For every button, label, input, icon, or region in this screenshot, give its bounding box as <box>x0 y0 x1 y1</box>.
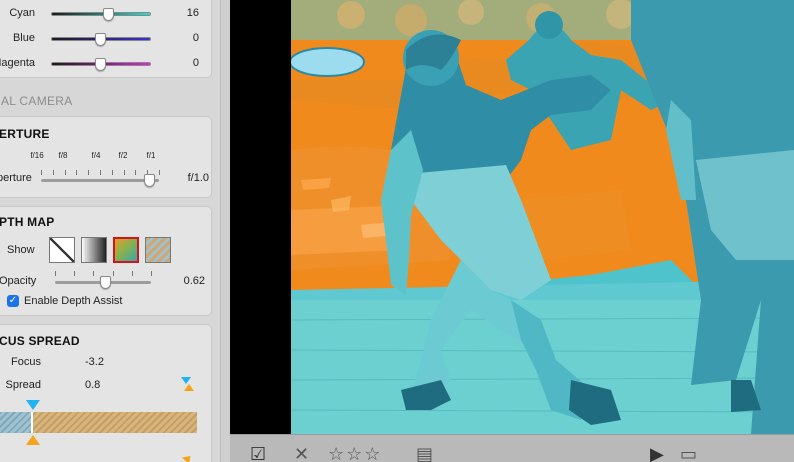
blue-value: 0 <box>192 32 199 44</box>
spread-value: 0.8 <box>85 379 101 391</box>
image-viewer[interactable] <box>230 0 794 434</box>
slideshow-icon[interactable]: ▭ <box>680 445 697 462</box>
opacity-slider-thumb[interactable] <box>99 276 111 289</box>
aperture-label: perture <box>0 172 32 184</box>
aperture-value: f/1.0 <box>187 172 209 184</box>
focus-marker-handle[interactable] <box>26 400 40 410</box>
spread-label: Spread <box>5 379 41 391</box>
magenta-label: Magenta <box>0 57 35 69</box>
focus-value: -3.2 <box>85 356 104 368</box>
aperture-title: ERTURE <box>0 127 50 141</box>
notes-icon[interactable]: ▤ <box>416 445 433 462</box>
blue-slider[interactable] <box>51 33 151 46</box>
aperture-tick: f/16 <box>30 151 44 160</box>
aperture-tick: f/8 <box>58 151 68 160</box>
aperture-tick: f/1 <box>146 151 156 160</box>
magenta-value: 0 <box>192 57 199 69</box>
aperture-slider-thumb[interactable] <box>143 174 155 187</box>
focus-spread-bar[interactable] <box>0 412 197 433</box>
depth-map-panel: PTH MAP Show Opacity 0.62 ✓ Enable Depth… <box>0 206 212 316</box>
spread-marker-handle[interactable] <box>26 435 40 445</box>
cyan-label: Cyan <box>9 7 35 19</box>
focus-plane-line <box>31 412 33 433</box>
focus-spread-panel: CUS SPREAD Focus -3.2 Spread 0.8 <box>0 324 212 462</box>
aperture-slider-row: perture f/1.0 <box>0 169 213 187</box>
bottom-toolbar: ☑ ✕ ☆☆☆ ▤ ▶ ▭ <box>230 434 794 462</box>
depth-assist-checkbox[interactable]: ✓ <box>7 295 19 307</box>
depth-overlay-image <box>291 0 794 434</box>
opacity-label: Opacity <box>0 275 37 287</box>
depth-assist-label: Enable Depth Assist <box>24 295 123 307</box>
far-marker-icon <box>181 452 195 462</box>
play-icon[interactable]: ▶ <box>650 445 664 462</box>
depth-mode-grayscale-button[interactable] <box>81 237 107 263</box>
depth-mode-none-button[interactable] <box>49 237 75 263</box>
depth-map-photo <box>291 0 794 434</box>
depth-mode-hatched-button[interactable] <box>145 237 171 263</box>
aperture-tick: f/4 <box>91 151 101 160</box>
cyan-value: 16 <box>186 7 199 19</box>
cyan-slider-row: Cyan 16 <box>0 5 213 23</box>
depth-show-row: Show <box>0 235 213 263</box>
blue-slider-thumb[interactable] <box>95 33 106 46</box>
cyan-slider-thumb[interactable] <box>102 8 114 21</box>
aperture-tick-labels: f/16 f/8 f/4 f/2 f/1 <box>30 151 165 165</box>
blue-slider-row: Blue 0 <box>0 30 213 48</box>
magenta-slider-thumb[interactable] <box>95 58 106 71</box>
opacity-slider-row: Opacity 0.62 <box>0 271 213 291</box>
depth-show-label: Show <box>7 244 35 256</box>
reject-icon[interactable]: ✕ <box>294 445 309 462</box>
magenta-slider[interactable] <box>51 58 151 71</box>
depth-map-title: PTH MAP <box>0 215 55 229</box>
aperture-tick-marks <box>41 170 160 175</box>
aperture-tick: f/2 <box>118 151 128 160</box>
rating-stars-icon[interactable]: ☆☆☆ <box>328 445 382 462</box>
aperture-panel: ERTURE f/16 f/8 f/4 f/2 f/1 perture f/1.… <box>0 116 212 198</box>
opacity-slider[interactable] <box>55 276 151 289</box>
focus-row: Focus -3.2 <box>0 356 213 372</box>
aperture-slider[interactable] <box>41 174 159 187</box>
near-depth-region <box>0 412 31 433</box>
color-adjust-panel: Cyan 16 Blue 0 Magenta 0 <box>0 0 212 78</box>
magenta-slider-row: Magenta 0 <box>0 55 213 73</box>
cyan-slider[interactable] <box>51 8 151 21</box>
manual-camera-group-title: UAL CAMERA <box>0 94 73 108</box>
sidebar-scrollbar[interactable] <box>220 0 230 462</box>
sidebar-panel: Cyan 16 Blue 0 Magenta 0 UAL CAMERA ERTU… <box>0 0 220 462</box>
blue-label: Blue <box>12 32 35 44</box>
focus-spread-indicator-icon <box>181 377 195 393</box>
depth-mode-color-button[interactable] <box>113 237 139 263</box>
focus-label: Focus <box>11 356 41 368</box>
focus-spread-title: CUS SPREAD <box>0 334 80 348</box>
opacity-value: 0.62 <box>183 275 205 287</box>
pick-checkbox-icon[interactable]: ☑ <box>250 445 266 462</box>
